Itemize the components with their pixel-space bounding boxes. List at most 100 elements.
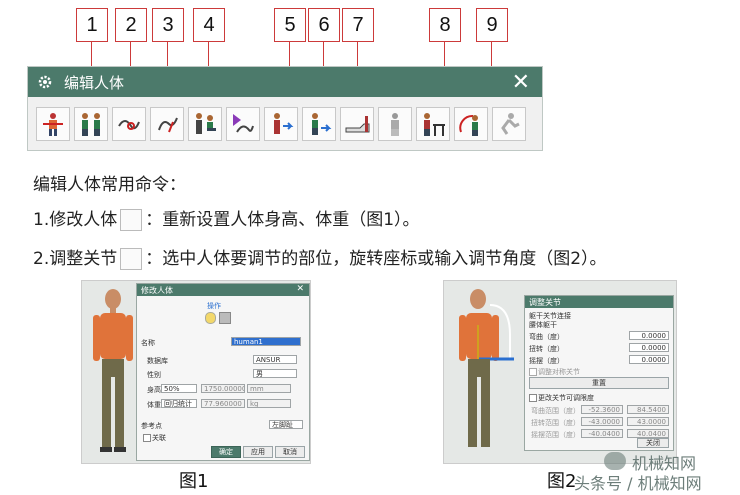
link-label: 关联	[152, 434, 166, 442]
height-label: 身高	[147, 386, 161, 394]
tool-modify-human[interactable]	[74, 107, 108, 141]
adjust-joint-icon	[120, 248, 143, 270]
ok-button[interactable]: 确定	[211, 446, 241, 458]
command-line-2: 2.调整关节 ：选中人体要调节的部位，旋转座标或输入调节角度（图2）。	[33, 244, 607, 270]
twist-max-input[interactable]: 43.0000	[627, 417, 669, 426]
command-2-prefix: 2.调整关节	[33, 249, 118, 269]
figure-2: 调整关节 躯干关节连接 腰体躯干 弯曲（度） 0.0000 扭转（度） 0.00…	[443, 280, 677, 464]
link-checkbox[interactable]	[143, 434, 151, 442]
symmetric-label: 调整对称关节	[538, 368, 580, 376]
dialog-title: 调整关节	[529, 297, 561, 307]
joint-sub-label: 腰体躯干	[529, 321, 557, 329]
tool-adjust-joint[interactable]	[112, 107, 146, 141]
callout-7: 7	[342, 8, 374, 42]
bend-range-label: 弯曲范围（度）	[531, 407, 580, 415]
database-label: 数据库	[147, 357, 168, 365]
weight-label: 体重	[147, 401, 161, 409]
weight-method-select[interactable]: 回归统计	[161, 399, 197, 408]
height-percent-select[interactable]: 50%	[161, 384, 197, 393]
reference-point-label: 参考点	[141, 422, 162, 430]
figure-1-caption: 图1	[179, 471, 209, 492]
commands-heading: 编辑人体常用命令：	[33, 175, 186, 195]
tool-posture[interactable]	[150, 107, 184, 141]
callout-9: 9	[476, 8, 508, 42]
command-2-suffix: ：选中人体要调节的部位，旋转座标或输入调节角度（图2）。	[145, 249, 607, 269]
cancel-button[interactable]: 取消	[275, 446, 305, 458]
sway-min-input[interactable]: -40.0400	[581, 429, 623, 438]
limits-checkbox[interactable]	[529, 394, 537, 402]
symmetric-checkbox[interactable]	[529, 368, 537, 376]
tool-gray-human[interactable]	[378, 107, 412, 141]
callout-6: 6	[308, 8, 340, 42]
twist-min-input[interactable]: -43.0000	[581, 417, 623, 426]
callout-2: 2	[115, 8, 147, 42]
command-1-prefix: 1.修改人体	[33, 210, 118, 230]
weight-value-field[interactable]: 77.960000	[201, 399, 245, 408]
tool-positioning[interactable]	[36, 107, 70, 141]
bend-label: 弯曲（度）	[529, 333, 564, 341]
dialog-title: 修改人体	[141, 285, 173, 295]
bend-min-input[interactable]: -52.3600	[581, 405, 623, 414]
tool-attach[interactable]	[264, 107, 298, 141]
seated-human-icon	[196, 113, 216, 134]
callout-3: 3	[152, 8, 184, 42]
adjust-joint-dialog: 调整关节 躯干关节连接 腰体躯干 弯曲（度） 0.0000 扭转（度） 0.00…	[524, 295, 674, 451]
disabled-human-icon	[501, 113, 520, 135]
operation-label: 操作	[207, 302, 221, 310]
figure-1: 修改人体 ✕ 操作 名称 human1 数据库 ANSUR 性别 男 身高 50…	[81, 280, 311, 464]
window-title-bar: 编辑人体 ✕	[28, 67, 542, 97]
height-unit-select[interactable]: mm	[247, 384, 291, 393]
tool-hand-attach[interactable]	[302, 107, 336, 141]
reference-point-select[interactable]: 左脚趾	[269, 420, 303, 429]
bend-max-input[interactable]: 84.5400	[627, 405, 669, 414]
twist-label: 扭转（度）	[529, 345, 564, 353]
reach-icon	[233, 114, 254, 133]
posture-icon	[158, 117, 178, 133]
figure-2-caption: 图2	[547, 471, 577, 492]
gear-icon[interactable]	[37, 74, 53, 90]
sway-max-input[interactable]: 40.0400	[627, 429, 669, 438]
command-line-1: 1.修改人体 ：重新设置人体身高、体重（图1）。	[33, 205, 420, 231]
tool-reach[interactable]	[226, 107, 260, 141]
reach-zone-icon	[459, 115, 478, 136]
close-button[interactable]: 关闭	[637, 438, 669, 448]
edit-human-window: 编辑人体 ✕	[27, 66, 543, 151]
human-joint-model-image	[459, 289, 514, 447]
hand-attach-icon	[312, 113, 332, 135]
tool-seated-human[interactable]	[188, 107, 222, 141]
copy-icon[interactable]	[219, 312, 231, 324]
callout-8: 8	[429, 8, 461, 42]
callout-5: 5	[274, 8, 306, 42]
sway-input[interactable]: 0.0000	[629, 355, 669, 364]
sway-label: 摇摆（度）	[529, 357, 564, 365]
modify-human-icon	[82, 113, 100, 136]
gender-label: 性别	[147, 371, 161, 379]
gender-select[interactable]: 男	[253, 369, 297, 378]
name-input[interactable]: human1	[231, 337, 301, 346]
watermark-logo-icon	[604, 452, 626, 470]
tool-reach-zone[interactable]	[454, 107, 488, 141]
close-icon[interactable]: ✕	[296, 284, 304, 294]
window-title: 编辑人体	[64, 73, 125, 92]
pointing-hand-icon	[345, 116, 370, 133]
twist-input[interactable]: 0.0000	[629, 343, 669, 352]
reset-button[interactable]: 重置	[529, 377, 669, 389]
database-select[interactable]: ANSUR	[253, 355, 297, 364]
tool-desk-human[interactable]	[416, 107, 450, 141]
close-icon[interactable]: ✕	[512, 70, 530, 95]
desk-human-icon	[424, 113, 445, 136]
modify-human-dialog: 修改人体 ✕ 操作 名称 human1 数据库 ANSUR 性别 男 身高 50…	[136, 283, 310, 461]
watermark-bottom: 头条号 / 机械知网	[574, 474, 702, 493]
positioning-icon	[43, 113, 63, 136]
attach-icon	[274, 113, 294, 134]
apply-button[interactable]: 应用	[243, 446, 273, 458]
adjust-joint-icon	[118, 120, 140, 130]
sway-range-label: 摇摆范围（度）	[531, 431, 580, 439]
weight-unit-select[interactable]: kg	[247, 399, 291, 408]
height-value-field[interactable]: 1750.000000	[201, 384, 245, 393]
tool-disabled-human[interactable]	[492, 107, 526, 141]
callout-4: 4	[193, 8, 225, 42]
lightbulb-icon[interactable]	[205, 312, 216, 324]
bend-input[interactable]: 0.0000	[629, 331, 669, 340]
tool-pointing-hand[interactable]	[340, 107, 374, 141]
